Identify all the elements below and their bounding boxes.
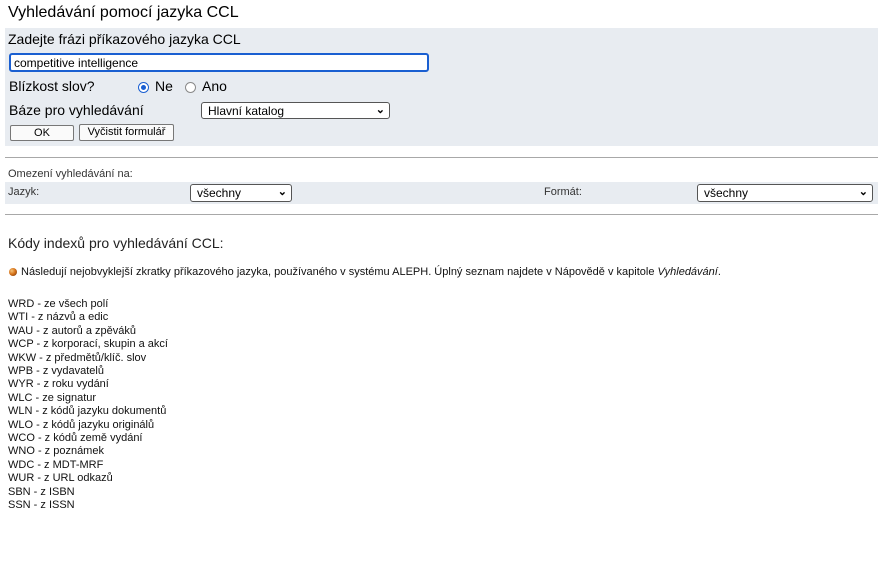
divider <box>5 157 878 158</box>
list-item: WLN - z kódů jazyku dokumentů <box>8 405 167 418</box>
list-item: WNO - z poznámek <box>8 445 104 458</box>
limits-title: Omezení vyhledávání na: <box>8 168 133 180</box>
list-item: WUR - z URL odkazů <box>8 472 113 485</box>
format-select[interactable]: všechny ⌄ <box>697 184 873 202</box>
index-code-list: WRD - ze všech polí WTI - z názvů a edic… <box>8 298 168 513</box>
ccl-query-input[interactable] <box>9 53 429 72</box>
list-item: WLC - ze signatur <box>8 391 97 404</box>
help-chapter-link[interactable]: Vyhledávání <box>658 266 718 278</box>
form-subtitle-row: Zadejte frázi příkazového jazyka CCL <box>5 30 878 50</box>
list-item: WPB - z vydavatelů <box>8 365 104 378</box>
chevron-down-icon: ⌄ <box>375 104 385 116</box>
format-label: Formát: <box>544 186 582 198</box>
list-item: WKW - z předmětů/klíč. slov <box>8 351 147 364</box>
language-label: Jazyk: <box>8 186 40 198</box>
language-select[interactable]: všechny ⌄ <box>190 184 292 202</box>
codes-note: Následují nejobvyklejší zkratky příkazov… <box>21 266 721 278</box>
clear-form-button[interactable]: Vyčistit formulář <box>79 124 174 141</box>
list-item: WLO - z kódů jazyku originálů <box>8 418 155 431</box>
list-item: WCO - z kódů země vydání <box>8 432 143 445</box>
chevron-down-icon: ⌄ <box>858 186 868 198</box>
proximity-option-ne[interactable]: Ne <box>155 78 173 94</box>
format-select-value: všechny <box>704 186 749 200</box>
codes-section-title: Kódy indexů pro vyhledávání CCL: <box>8 235 224 251</box>
codes-note-text: Následují nejobvyklejší zkratky příkazov… <box>21 266 658 278</box>
list-item: WAU - z autorů a zpěváků <box>8 324 136 337</box>
ok-button[interactable]: OK <box>10 125 74 141</box>
list-item: WCP - z korporací, skupin a akcí <box>8 338 168 351</box>
list-item: WTI - z názvů a edic <box>8 311 109 324</box>
language-select-value: všechny <box>197 186 242 200</box>
list-item: SSN - z ISSN <box>8 499 75 512</box>
base-select-value: Hlavní katalog <box>208 104 285 118</box>
codes-note-end: . <box>717 266 721 278</box>
proximity-option-ano[interactable]: Ano <box>202 78 227 94</box>
form-subtitle: Zadejte frázi příkazového jazyka CCL <box>8 31 241 47</box>
proximity-label: Blízkost slov? <box>9 78 95 94</box>
divider <box>5 214 878 215</box>
list-item: WYR - z roku vydání <box>8 378 109 391</box>
proximity-radio-ne[interactable] <box>138 82 149 93</box>
bullet-icon <box>9 268 17 276</box>
proximity-radio-ano[interactable] <box>185 82 196 93</box>
base-label: Báze pro vyhledávání <box>9 102 144 118</box>
page-title: Vyhledávání pomocí jazyka CCL <box>8 4 239 21</box>
base-select[interactable]: Hlavní katalog ⌄ <box>201 102 390 119</box>
chevron-down-icon: ⌄ <box>277 186 287 198</box>
list-item: WDC - z MDT-MRF <box>8 458 104 471</box>
list-item: SBN - z ISBN <box>8 485 75 498</box>
list-item: WRD - ze všech polí <box>8 298 109 310</box>
